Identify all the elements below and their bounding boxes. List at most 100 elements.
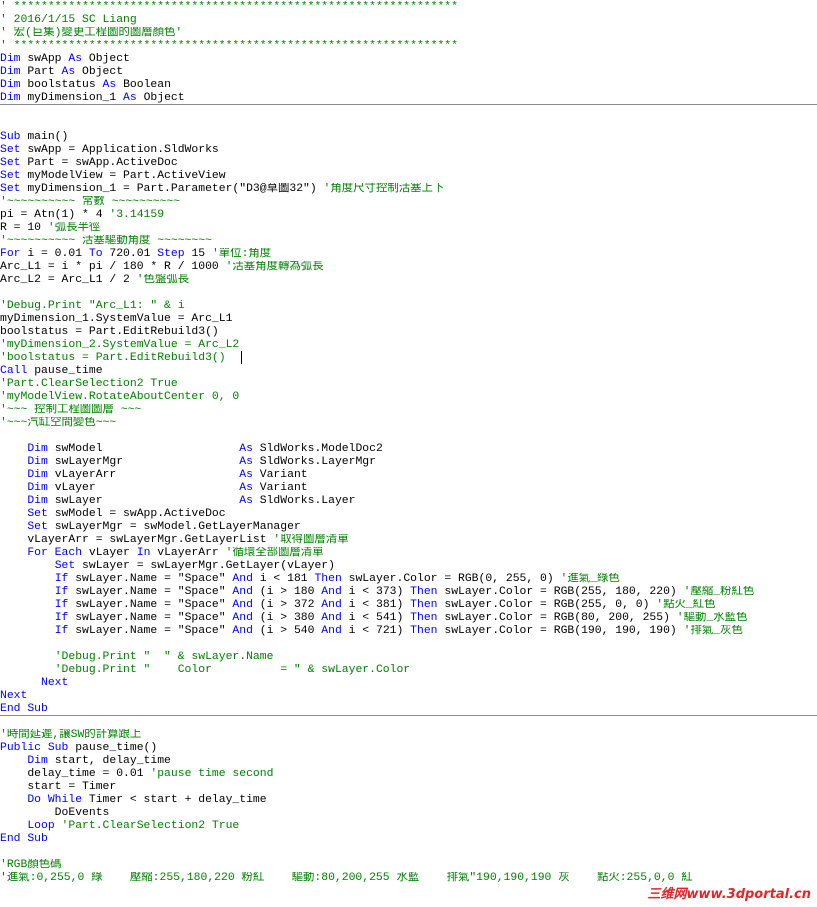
code-line[interactable]: pi = Atn(1) * 4 '3.14159 xyxy=(0,209,817,222)
code-line[interactable]: '進氣:0,255,0 綠 壓縮:255,180,220 粉紅 驅動:80,20… xyxy=(0,872,817,885)
code-text: R = 10 xyxy=(0,222,48,234)
code-line[interactable]: Set swLayer = swLayerMgr.GetLayer(vLayer… xyxy=(0,560,817,573)
code-keyword: Public Sub xyxy=(0,742,76,754)
code-line[interactable]: 'Part.ClearSelection2 True xyxy=(0,378,817,391)
code-line[interactable]: 'Debug.Print " " & swLayer.Name xyxy=(0,651,817,664)
code-line[interactable]: ' **************************************… xyxy=(0,40,817,53)
code-text: vLayerArr xyxy=(54,469,240,481)
code-line[interactable]: Call pause_time xyxy=(0,365,817,378)
code-line[interactable]: vLayerArr = swLayerMgr.GetLayerList '取得圖… xyxy=(0,534,817,547)
code-line[interactable]: 'Debug.Print " Color = " & swLayer.Color xyxy=(0,664,817,677)
code-line[interactable]: If swLayer.Name = "Space" And (i > 540 A… xyxy=(0,625,817,638)
code-line[interactable] xyxy=(0,638,817,651)
code-line[interactable]: If swLayer.Name = "Space" And (i > 380 A… xyxy=(0,612,817,625)
code-line[interactable]: 'boolstatus = Part.EditRebuild3() xyxy=(0,352,817,365)
code-line[interactable]: Dim vLayer As Variant xyxy=(0,482,817,495)
code-keyword: As xyxy=(239,443,260,455)
code-line[interactable]: 'myModelView.RotateAboutCenter 0, 0 xyxy=(0,391,817,404)
code-keyword: Dim xyxy=(27,469,55,481)
code-comment: 'boolstatus = Part.EditRebuild3() xyxy=(0,352,226,364)
code-line[interactable]: If swLayer.Name = "Space" And (i > 180 A… xyxy=(0,586,817,599)
code-line[interactable]: '~~~~~~~~~~ 常數 ~~~~~~~~~~ xyxy=(0,196,817,209)
code-line[interactable] xyxy=(0,118,817,131)
code-line[interactable]: Dim swLayerMgr As SldWorks.LayerMgr xyxy=(0,456,817,469)
code-keyword: Then xyxy=(410,625,445,637)
code-editor[interactable]: ' **************************************… xyxy=(0,0,817,907)
code-line[interactable]: Arc_L2 = Arc_L1 / 2 '色盤弧長 xyxy=(0,274,817,287)
code-line[interactable]: If swLayer.Name = "Space" And i < 181 Th… xyxy=(0,573,817,586)
code-line[interactable]: Dim swApp As Object xyxy=(0,53,817,66)
code-line[interactable]: End Sub xyxy=(0,833,817,846)
code-text: myDimension_1.SystemValue = Arc_L1 xyxy=(0,313,233,325)
code-line[interactable]: Dim start, delay_time xyxy=(0,755,817,768)
code-keyword: As xyxy=(68,53,89,65)
code-keyword: And xyxy=(232,612,260,624)
code-line[interactable]: Dim Part As Object xyxy=(0,66,817,79)
code-line[interactable]: Next xyxy=(0,690,817,703)
code-comment: '~~~汽缸空間變色~~~ xyxy=(0,417,117,429)
code-line[interactable]: Sub main() xyxy=(0,131,817,144)
code-line[interactable]: 'Debug.Print "Arc_L1: " & i xyxy=(0,300,817,313)
code-text: swLayer.Name = "Space" xyxy=(75,599,233,611)
code-line[interactable]: Set swApp = Application.SldWorks xyxy=(0,144,817,157)
code-line[interactable]: Set Part = swApp.ActiveDoc xyxy=(0,157,817,170)
code-line[interactable]: R = 10 '弧長半徑 xyxy=(0,222,817,235)
code-keyword: As xyxy=(102,79,124,91)
code-line[interactable]: '~~~ 控制工程圖圖層 ~~~ xyxy=(0,404,817,417)
code-comment: '~~~~~~~~~~ 活塞驅動角度 ~~~~~~~~ xyxy=(0,235,212,247)
code-line[interactable]: 'RGB顏色碼 xyxy=(0,859,817,872)
code-keyword: Then xyxy=(410,599,445,611)
code-line[interactable]: Set myDimension_1 = Part.Parameter("D3@草… xyxy=(0,183,817,196)
code-text: swLayer.Color = RGB(255, 180, 220) xyxy=(444,586,684,598)
code-text: SldWorks.Layer xyxy=(259,495,356,507)
code-line[interactable]: DoEvents xyxy=(0,807,817,820)
code-line[interactable] xyxy=(0,105,817,118)
code-line[interactable]: Set swLayerMgr = swModel.GetLayerManager xyxy=(0,521,817,534)
code-line[interactable]: '時間延遲,讓SW的計算跟上 xyxy=(0,729,817,742)
code-line[interactable]: '~~~汽缸空間變色~~~ xyxy=(0,417,817,430)
code-text: Object xyxy=(88,53,130,65)
code-text: vLayerArr xyxy=(157,547,226,559)
code-line[interactable]: '~~~~~~~~~~ 活塞驅動角度 ~~~~~~~~ xyxy=(0,235,817,248)
code-line[interactable]: Dim vLayerArr As Variant xyxy=(0,469,817,482)
code-line[interactable] xyxy=(0,430,817,443)
code-comment: 'RGB顏色碼 xyxy=(0,859,62,871)
code-line[interactable]: Dim swModel As SldWorks.ModelDoc2 xyxy=(0,443,817,456)
code-keyword: Set xyxy=(27,521,55,533)
code-line[interactable] xyxy=(0,716,817,729)
code-text: swLayer.Color = RGB(0, 255, 0) xyxy=(348,573,561,585)
code-line[interactable]: start = Timer xyxy=(0,781,817,794)
code-line[interactable]: If swLayer.Name = "Space" And (i > 372 A… xyxy=(0,599,817,612)
code-line[interactable]: For Each vLayer In vLayerArr '循環全部圖層清單 xyxy=(0,547,817,560)
code-line[interactable]: Public Sub pause_time() xyxy=(0,742,817,755)
code-line[interactable]: myDimension_1.SystemValue = Arc_L1 xyxy=(0,313,817,326)
code-text: swLayerMgr = swModel.GetLayerManager xyxy=(54,521,301,533)
code-line[interactable]: ' 2016/1/15 SC Liang xyxy=(0,14,817,27)
code-line[interactable]: ' 宏(巨集)變更工程圖的圖層顏色' xyxy=(0,27,817,40)
code-line[interactable]: boolstatus = Part.EditRebuild3() xyxy=(0,326,817,339)
code-line[interactable]: Loop 'Part.ClearSelection2 True xyxy=(0,820,817,833)
code-line[interactable]: Next xyxy=(0,677,817,690)
code-keyword: And xyxy=(321,586,349,598)
code-line[interactable]: Dim swLayer As SldWorks.Layer xyxy=(0,495,817,508)
code-text: (i > 540 xyxy=(259,625,322,637)
code-keyword: If xyxy=(54,586,76,598)
code-line[interactable]: ' **************************************… xyxy=(0,1,817,14)
code-line[interactable] xyxy=(0,287,817,300)
code-line[interactable]: Dim boolstatus As Boolean xyxy=(0,79,817,92)
code-line[interactable]: delay_time = 0.01 'pause time second xyxy=(0,768,817,781)
code-line[interactable] xyxy=(0,846,817,859)
code-line[interactable]: Do While Timer < start + delay_time xyxy=(0,794,817,807)
code-line[interactable]: Set swModel = swApp.ActiveDoc xyxy=(0,508,817,521)
code-line[interactable]: Arc_L1 = i * pi / 180 * R / 1000 '活塞角度轉為… xyxy=(0,261,817,274)
code-line[interactable]: For i = 0.01 To 720.01 Step 15 '單位:角度 xyxy=(0,248,817,261)
code-comment: '~~~~~~~~~~ 常數 ~~~~~~~~~~ xyxy=(0,196,180,208)
code-keyword: Then xyxy=(410,612,445,624)
code-line[interactable]: 'myDimension_2.SystemValue = Arc_L2 xyxy=(0,339,817,352)
code-line[interactable]: Set myModelView = Part.ActiveView xyxy=(0,170,817,183)
code-comment: 'myDimension_2.SystemValue = Arc_L2 xyxy=(0,339,240,351)
